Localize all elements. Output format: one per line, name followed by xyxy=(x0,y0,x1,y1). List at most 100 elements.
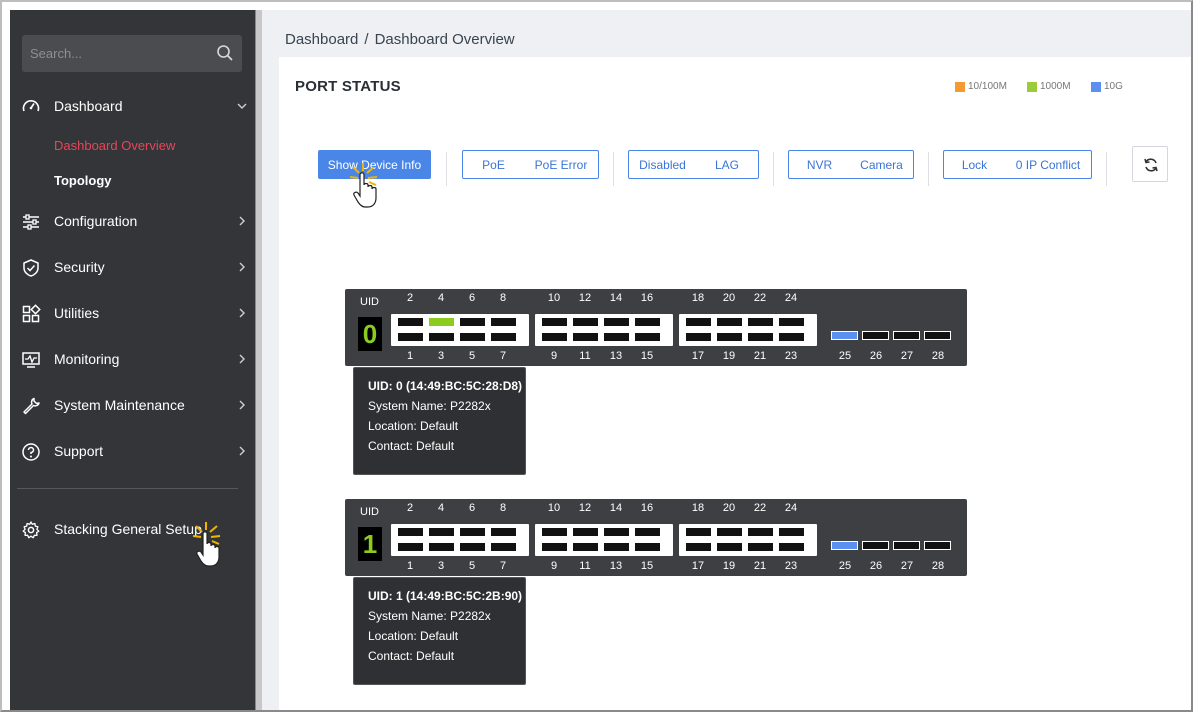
port-5[interactable] xyxy=(460,333,485,341)
sfp-port-27[interactable] xyxy=(893,331,920,340)
lag-button[interactable]: LAG xyxy=(696,150,759,179)
port-15[interactable] xyxy=(635,543,660,551)
port-17[interactable] xyxy=(686,333,711,341)
port-8[interactable] xyxy=(491,318,516,326)
port-group xyxy=(535,524,673,556)
port-number-label: 5 xyxy=(468,350,476,362)
grid-icon xyxy=(22,304,41,323)
poe-error-button[interactable]: PoE Error xyxy=(524,150,599,179)
port-20[interactable] xyxy=(717,528,742,536)
lock-button[interactable]: Lock xyxy=(943,150,1006,179)
port-19[interactable] xyxy=(717,333,742,341)
uid-number: 1 xyxy=(358,527,382,561)
uid-label: UID xyxy=(360,296,379,308)
port-7[interactable] xyxy=(491,333,516,341)
sfp-port-27[interactable] xyxy=(893,541,920,550)
chevron-right-icon xyxy=(239,216,245,226)
port-7[interactable] xyxy=(491,543,516,551)
port-23[interactable] xyxy=(779,543,804,551)
sidebar-subitem-topology[interactable]: Topology xyxy=(54,173,112,188)
port-2[interactable] xyxy=(398,318,423,326)
port-24[interactable] xyxy=(779,318,804,326)
port-number-label: 6 xyxy=(468,502,476,514)
ip-conflict-button[interactable]: 0 IP Conflict xyxy=(1005,150,1092,179)
camera-button[interactable]: Camera xyxy=(850,150,914,179)
port-12[interactable] xyxy=(573,318,598,326)
sidebar-item-dashboard[interactable]: Dashboard xyxy=(10,89,255,125)
port-15[interactable] xyxy=(635,333,660,341)
sidebar-subitem-dashboard-overview[interactable]: Dashboard Overview xyxy=(54,138,175,153)
port-1[interactable] xyxy=(398,543,423,551)
port-21[interactable] xyxy=(748,333,773,341)
sfp-number-label: 25 xyxy=(838,350,852,362)
sidebar-item-security[interactable]: Security xyxy=(10,250,255,286)
switch-panel[interactable]: UID 0 2 1 4 3 6 5 8 7 10 9 12 11 14 13 16 15 18 17 20 19 22 21 2… xyxy=(345,289,967,366)
speedometer-icon xyxy=(22,100,40,112)
port-14[interactable] xyxy=(604,318,629,326)
port-12[interactable] xyxy=(573,528,598,536)
port-3[interactable] xyxy=(429,333,454,341)
nvr-button[interactable]: NVR xyxy=(788,150,851,179)
sfp-port-26[interactable] xyxy=(862,331,889,340)
port-13[interactable] xyxy=(604,543,629,551)
port-22[interactable] xyxy=(748,318,773,326)
port-13[interactable] xyxy=(604,333,629,341)
sfp-port-28[interactable] xyxy=(924,331,951,340)
port-11[interactable] xyxy=(573,333,598,341)
sfp-port-25[interactable] xyxy=(831,331,858,340)
disabled-button[interactable]: Disabled xyxy=(628,150,697,179)
port-18[interactable] xyxy=(686,528,711,536)
port-16[interactable] xyxy=(635,528,660,536)
port-number-label: 11 xyxy=(579,350,591,362)
port-10[interactable] xyxy=(542,318,567,326)
sfp-number-label: 27 xyxy=(900,560,914,572)
sfp-port-28[interactable] xyxy=(924,541,951,550)
port-8[interactable] xyxy=(491,528,516,536)
port-16[interactable] xyxy=(635,318,660,326)
legend-label: 1000M xyxy=(1040,81,1071,92)
port-number-label: 14 xyxy=(609,292,623,304)
breadcrumb-root[interactable]: Dashboard xyxy=(285,31,358,48)
port-10[interactable] xyxy=(542,528,567,536)
poe-button[interactable]: PoE xyxy=(462,150,525,179)
sidebar-item-utilities[interactable]: Utilities xyxy=(10,296,255,332)
port-4[interactable] xyxy=(429,528,454,536)
sidebar-item-configuration[interactable]: Configuration xyxy=(10,204,255,240)
switch-panel[interactable]: UID 1 2 1 4 3 6 5 8 7 10 9 12 11 14 13 16 15 18 17 20 19 22 21 2… xyxy=(345,499,967,576)
sidebar-item-monitoring[interactable]: Monitoring xyxy=(10,342,255,378)
app-frame: Dashboard Dashboard Overview Topology Co… xyxy=(0,0,1193,712)
port-21[interactable] xyxy=(748,543,773,551)
port-11[interactable] xyxy=(573,543,598,551)
port-6[interactable] xyxy=(460,528,485,536)
breadcrumb: Dashboard / Dashboard Overview xyxy=(285,31,521,48)
sidebar-item-system-maintenance[interactable]: System Maintenance xyxy=(10,388,255,424)
refresh-button[interactable] xyxy=(1132,146,1168,182)
shield-check-icon xyxy=(23,259,39,277)
port-4[interactable] xyxy=(429,318,454,326)
port-2[interactable] xyxy=(398,528,423,536)
port-6[interactable] xyxy=(460,318,485,326)
port-23[interactable] xyxy=(779,333,804,341)
search-input[interactable] xyxy=(22,35,212,72)
sidebar-item-support[interactable]: Support xyxy=(10,434,255,470)
port-17[interactable] xyxy=(686,543,711,551)
port-20[interactable] xyxy=(717,318,742,326)
sfp-port-25[interactable] xyxy=(831,541,858,550)
search-icon[interactable] xyxy=(216,44,234,62)
port-5[interactable] xyxy=(460,543,485,551)
port-14[interactable] xyxy=(604,528,629,536)
uid-number: 0 xyxy=(358,317,382,351)
port-3[interactable] xyxy=(429,543,454,551)
sidebar-resize-handle[interactable] xyxy=(255,10,262,710)
sfp-port-26[interactable] xyxy=(862,541,889,550)
sidebar-item-label: Stacking General Setup xyxy=(54,521,202,537)
port-1[interactable] xyxy=(398,333,423,341)
port-19[interactable] xyxy=(717,543,742,551)
port-22[interactable] xyxy=(748,528,773,536)
port-number-label: 20 xyxy=(722,502,736,514)
port-9[interactable] xyxy=(542,543,567,551)
breadcrumb-separator: / xyxy=(364,31,369,48)
port-9[interactable] xyxy=(542,333,567,341)
port-18[interactable] xyxy=(686,318,711,326)
port-24[interactable] xyxy=(779,528,804,536)
